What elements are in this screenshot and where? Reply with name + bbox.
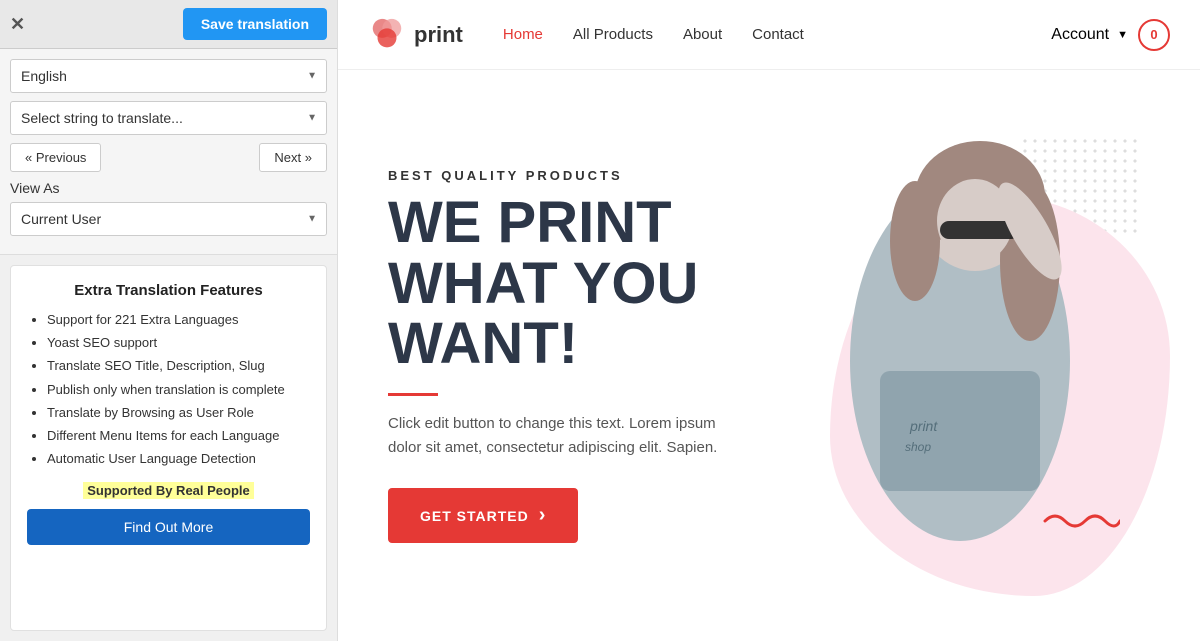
top-bar: ✕ Save translation (0, 0, 337, 49)
list-item: Translate by Browsing as User Role (47, 404, 310, 422)
svg-text:shop: shop (905, 440, 931, 454)
account-link[interactable]: Account ▼ (1051, 26, 1128, 44)
squiggle-decoration (1040, 506, 1120, 536)
nav-buttons: « Previous Next » (10, 143, 327, 172)
view-as-select-wrapper: Current User Administrator Subscriber (10, 202, 327, 236)
nav-link-contact[interactable]: Contact (752, 26, 804, 43)
nav-link-home[interactable]: Home (503, 26, 543, 43)
extra-features-title: Extra Translation Features (27, 282, 310, 299)
list-item: Different Menu Items for each Language (47, 427, 310, 445)
account-label: Account (1051, 26, 1109, 44)
nav-link-products[interactable]: All Products (573, 26, 653, 43)
list-item: Yoast SEO support (47, 334, 310, 352)
language-select[interactable]: English French Spanish German (10, 59, 327, 93)
close-icon[interactable]: ✕ (10, 14, 25, 35)
supported-by-real-people-label: Supported By Real People (83, 482, 254, 499)
get-started-button[interactable]: GET STARTED › (388, 488, 578, 543)
string-select-wrapper: Select string to translate... (10, 101, 327, 135)
features-list: Support for 221 Extra Languages Yoast SE… (27, 311, 310, 468)
hero-image-area: print shop (770, 116, 1150, 596)
hero-section: BEST QUALITY PRODUCTS WE PRINT WHAT YOU … (338, 70, 1200, 641)
language-select-wrapper: English French Spanish German (10, 59, 327, 93)
list-item: Translate SEO Title, Description, Slug (47, 357, 310, 375)
list-item: Support for 221 Extra Languages (47, 311, 310, 329)
hero-title: WE PRINT WHAT YOU WANT! (388, 193, 770, 376)
translation-panel: ✕ Save translation English French Spanis… (0, 0, 338, 641)
logo-area: print (368, 16, 463, 54)
navbar: print Home All Products About Contact Ac… (338, 0, 1200, 70)
previous-button[interactable]: « Previous (10, 143, 101, 172)
cart-badge[interactable]: 0 (1138, 19, 1170, 51)
logo-text: print (414, 22, 463, 48)
nav-link-about[interactable]: About (683, 26, 722, 43)
view-as-label: View As (10, 180, 327, 196)
nav-links: Home All Products About Contact (503, 26, 1051, 43)
get-started-label: GET STARTED (420, 508, 529, 524)
view-as-select[interactable]: Current User Administrator Subscriber (10, 202, 327, 236)
hero-underline-decoration (388, 393, 438, 396)
logo-icon (368, 16, 406, 54)
controls-area: English French Spanish German Select str… (0, 49, 337, 255)
list-item: Automatic User Language Detection (47, 450, 310, 468)
chevron-down-icon: ▼ (1117, 29, 1128, 41)
hero-description: Click edit button to change this text. L… (388, 412, 748, 460)
hero-content: BEST QUALITY PRODUCTS WE PRINT WHAT YOU … (388, 168, 770, 544)
svg-text:print: print (909, 418, 938, 434)
find-out-more-button[interactable]: Find Out More (27, 509, 310, 545)
save-translation-button[interactable]: Save translation (183, 8, 327, 40)
hero-subtitle: BEST QUALITY PRODUCTS (388, 168, 770, 183)
next-button[interactable]: Next » (259, 143, 327, 172)
list-item: Publish only when translation is complet… (47, 381, 310, 399)
arrow-icon: › (539, 504, 547, 527)
string-select[interactable]: Select string to translate... (10, 101, 327, 135)
website-preview: print Home All Products About Contact Ac… (338, 0, 1200, 641)
extra-features-panel: Extra Translation Features Support for 2… (10, 265, 327, 631)
